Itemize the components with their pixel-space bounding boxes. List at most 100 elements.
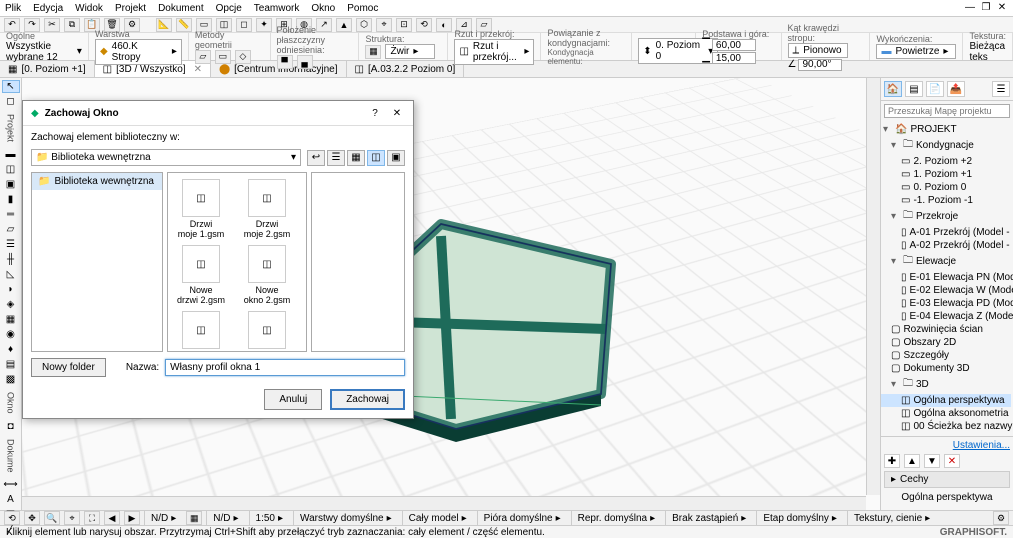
top-offset-input[interactable] xyxy=(712,39,756,51)
window-minimize[interactable]: — xyxy=(963,1,977,13)
fit-icon[interactable]: ⛶ xyxy=(84,511,100,525)
tool-icon[interactable]: ⊡ xyxy=(396,18,412,32)
refplane-bottom-icon[interactable]: ▄ xyxy=(297,55,313,69)
roof-tool[interactable]: ◺ xyxy=(2,268,20,281)
properties-header[interactable]: ▸Cechy xyxy=(884,471,1010,488)
wall-tool[interactable]: ▬ xyxy=(2,148,20,161)
undo-icon[interactable]: ↶ xyxy=(4,18,20,32)
view-large-icon[interactable]: ◫ xyxy=(367,150,385,166)
structure-type-icon[interactable]: ▦ xyxy=(365,45,381,59)
geom-rotrect-icon[interactable]: ◇ xyxy=(235,50,251,64)
dimension-tool[interactable]: ⟷ xyxy=(2,478,20,491)
model-filter[interactable]: Cały model xyxy=(409,513,459,524)
menu-window[interactable]: Okno xyxy=(311,3,335,14)
zoom-window-icon[interactable]: ⌖ xyxy=(64,511,80,525)
finish-dropdown[interactable]: ▬Powietrze▸ xyxy=(876,44,956,59)
prev-view-icon[interactable]: ◀ xyxy=(104,511,120,525)
library-file-item[interactable]: ◫Oknonowe 4.gsm xyxy=(240,311,294,352)
nav-new-icon[interactable]: ✚ xyxy=(884,454,900,468)
library-file-item[interactable]: ◫Drzwimoje 1.gsm xyxy=(174,179,228,239)
redo-icon[interactable]: ↷ xyxy=(24,18,40,32)
library-file-item[interactable]: ◫Oknonowe 3.gsm xyxy=(174,311,228,352)
tool-icon[interactable]: ⌖ xyxy=(376,18,392,32)
railing-tool[interactable]: ╫ xyxy=(2,253,20,266)
object-tool[interactable]: ♦ xyxy=(2,343,20,356)
refplane-top-icon[interactable]: ▀ xyxy=(277,55,293,69)
cancel-button[interactable]: Anuluj xyxy=(264,389,322,410)
menu-teamwork[interactable]: Teamwork xyxy=(254,3,300,14)
scale-value[interactable]: 1:50 xyxy=(256,513,275,524)
edge-angle-input[interactable] xyxy=(798,59,842,71)
tab-plan[interactable]: ▦[0. Poziom +1] xyxy=(0,61,95,77)
next-view-icon[interactable]: ▶ xyxy=(124,511,140,525)
override-combo[interactable]: Brak zastąpień xyxy=(672,513,738,524)
tab-close-icon[interactable]: ✕ xyxy=(194,64,202,75)
edge-orient-dropdown[interactable]: ⟂Pionowo xyxy=(788,43,848,58)
slab-tool[interactable]: ▱ xyxy=(2,223,20,236)
stair-tool[interactable]: ☰ xyxy=(2,238,20,251)
library-file-item[interactable]: ◫Noweokno 2.gsm xyxy=(240,245,294,305)
menu-help[interactable]: Pomoc xyxy=(347,3,378,14)
beam-tool[interactable]: ═ xyxy=(2,208,20,221)
menu-options[interactable]: Opcje xyxy=(216,3,242,14)
vertical-scrollbar[interactable] xyxy=(866,78,880,495)
save-button[interactable]: Zachowaj xyxy=(330,389,405,410)
opening-tool[interactable]: ◘ xyxy=(2,420,20,433)
structure-dropdown[interactable]: Żwir▸ xyxy=(385,44,435,59)
tab-detail[interactable]: ◫[A.03.2.2 Poziom 0] xyxy=(347,61,465,77)
nav-view-map-icon[interactable]: ▤ xyxy=(905,81,923,97)
navigator-tree[interactable]: ▾🏠PROJEKT ▾🗀Kondygnacje ▭2. Poziom +2 ▭1… xyxy=(881,121,1013,436)
nav-project-map-icon[interactable]: 🏠 xyxy=(884,81,902,97)
graphics-combo[interactable]: Tekstury, cienie xyxy=(854,513,922,524)
dropdown-icon[interactable]: ▸ xyxy=(234,513,239,524)
layers-combo[interactable]: Warstwy domyślne xyxy=(300,513,384,524)
help-icon[interactable]: ? xyxy=(367,105,383,121)
nav-layout-book-icon[interactable]: 📄 xyxy=(926,81,944,97)
reno-filter[interactable]: Repr. domyślna xyxy=(578,513,647,524)
explore-icon[interactable]: ✥ xyxy=(24,511,40,525)
filename-input[interactable] xyxy=(165,359,405,376)
view-preview-icon[interactable]: ▣ xyxy=(387,150,405,166)
nav-delete-icon[interactable]: ✕ xyxy=(944,454,960,468)
tree-3d-perspective[interactable]: ◫Ogólna perspektywa xyxy=(881,394,1011,407)
cut-icon[interactable]: ✂ xyxy=(44,18,60,32)
tool-icon[interactable]: ◐ xyxy=(436,18,452,32)
menu-edit[interactable]: Edycja xyxy=(33,3,63,14)
geom-rect-icon[interactable]: ▭ xyxy=(215,50,231,64)
window-restore[interactable]: ❐ xyxy=(979,1,993,13)
navigator-search-input[interactable] xyxy=(884,104,1010,118)
view-list-icon[interactable]: ☰ xyxy=(327,150,345,166)
view-back-icon[interactable]: ↩ xyxy=(307,150,325,166)
library-tree[interactable]: 📁Biblioteka wewnętrzna xyxy=(31,172,163,352)
tool-icon[interactable]: ▦ xyxy=(186,511,202,525)
options-icon[interactable]: ⚙ xyxy=(993,511,1009,525)
nav-down-icon[interactable]: ▼ xyxy=(924,454,940,468)
library-file-item[interactable]: ◫Nowedrzwi 2.gsm xyxy=(174,245,228,305)
menu-file[interactable]: Plik xyxy=(5,3,21,14)
window-close[interactable]: ✕ xyxy=(995,1,1009,13)
door-tool[interactable]: ◫ xyxy=(2,163,20,176)
shell-tool[interactable]: ◗ xyxy=(2,283,20,296)
base-offset-input[interactable] xyxy=(712,52,756,64)
chevron-down-icon[interactable]: ▾ xyxy=(77,46,82,57)
nav-publisher-icon[interactable]: 📤 xyxy=(947,81,965,97)
orbit-icon[interactable]: ⟲ xyxy=(4,511,20,525)
horizontal-scrollbar[interactable] xyxy=(22,496,866,510)
nav-up-icon[interactable]: ▲ xyxy=(904,454,920,468)
mesh-tool[interactable]: ▩ xyxy=(2,373,20,386)
library-file-item[interactable]: ◫Drzwimoje 2.gsm xyxy=(240,179,294,239)
zone-tool[interactable]: ▤ xyxy=(2,358,20,371)
plan-section-dropdown[interactable]: ◫Rzut i przekrój...▸ xyxy=(454,39,534,65)
pen-set[interactable]: Pióra domyślne xyxy=(484,513,553,524)
menu-project[interactable]: Projekt xyxy=(115,3,146,14)
window-tool[interactable]: ▣ xyxy=(2,178,20,191)
file-grid[interactable]: ◫Drzwimoje 1.gsm◫Drzwimoje 2.gsm◫Nowedrz… xyxy=(167,172,307,352)
skylight-tool[interactable]: ◈ xyxy=(2,298,20,311)
geom-poly-icon[interactable]: ▱ xyxy=(195,50,211,64)
menu-view[interactable]: Widok xyxy=(75,3,103,14)
library-combo[interactable]: 📁 Biblioteka wewnętrzna▾ xyxy=(31,149,301,166)
settings-link[interactable]: Ustawienia... xyxy=(953,440,1010,451)
new-folder-button[interactable]: Nowy folder xyxy=(31,358,106,377)
copy-icon[interactable]: ⧉ xyxy=(64,18,80,32)
text-tool[interactable]: A xyxy=(2,493,20,506)
